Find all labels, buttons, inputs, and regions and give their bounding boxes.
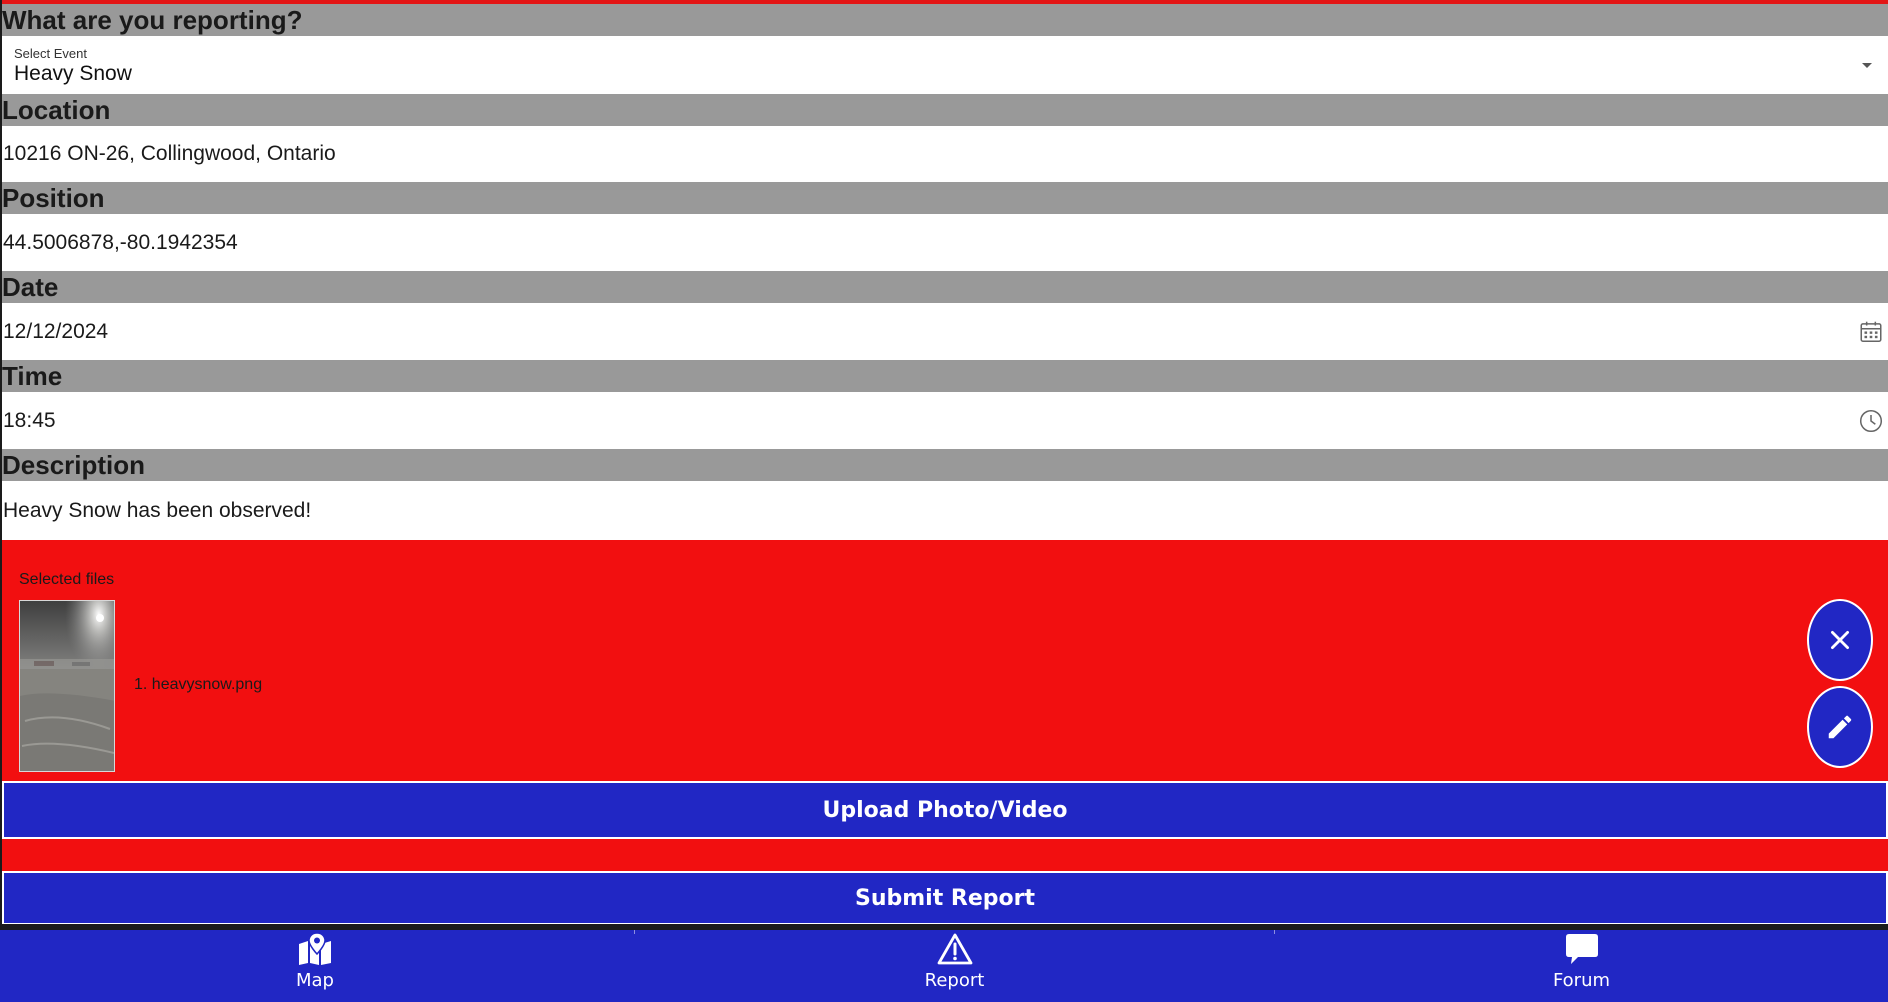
upload-photo-video-button[interactable]: Upload Photo/Video [2,781,1888,839]
warning-icon [937,933,972,965]
selected-files-panel: Selected files 1. heavysnow.png [2,540,1888,924]
chat-icon [1565,934,1598,964]
file-list-item: 1. heavysnow.png [134,676,263,693]
date-section-header: Date [0,271,1888,303]
nav-item-report[interactable]: Report [635,930,1274,1002]
position-value: 44.5006878,-80.1942354 [3,230,238,254]
nav-item-map[interactable]: Map [0,930,630,1002]
clock-icon[interactable] [1858,408,1884,434]
event-select-value: Heavy Snow [14,62,132,85]
nav-label-forum: Forum [1552,970,1611,991]
chevron-down-icon[interactable] [1862,63,1872,68]
event-select-label: Select Event [14,46,87,61]
bottom-navigation: Map Report Forum [0,930,1888,1002]
close-icon [1831,631,1849,649]
report-page: What are you reporting? Select Event Hea… [0,0,1888,1002]
file-thumbnail[interactable] [19,600,115,772]
location-section-header: Location [0,94,1888,126]
map-icon [299,932,331,965]
position-field[interactable]: 44.5006878,-80.1942354 [2,214,1888,271]
clear-files-button[interactable] [1807,599,1873,681]
date-value: 12/12/2024 [3,319,109,343]
nav-item-forum[interactable]: Forum [1275,930,1888,1002]
position-section-header: Position [0,182,1888,214]
description-section-header: Description [0,449,1888,481]
nav-label-report: Report [924,970,985,991]
edit-files-button[interactable] [1807,686,1873,768]
event-select[interactable]: Select Event Heavy Snow [2,36,1888,94]
description-field[interactable]: Heavy Snow has been observed! [2,481,1888,540]
submit-report-button[interactable]: Submit Report [2,871,1888,925]
nav-label-map: Map [296,970,334,991]
description-value: Heavy Snow has been observed! [3,498,312,522]
calendar-icon[interactable] [1858,319,1884,345]
location-field[interactable]: 10216 ON-26, Collingwood, Ontario [2,126,1888,182]
selected-files-title: Selected files [19,571,115,588]
time-field[interactable]: 18:45 [2,392,1888,449]
pencil-icon [1828,715,1852,739]
date-field[interactable]: 12/12/2024 [2,303,1888,360]
time-section-header: Time [0,360,1888,392]
left-frame-edge [0,0,2,924]
snow-photo-image [20,601,114,771]
location-value: 10216 ON-26, Collingwood, Ontario [3,142,336,165]
time-value: 18:45 [3,408,56,432]
event-section-header: What are you reporting? [0,4,1888,36]
